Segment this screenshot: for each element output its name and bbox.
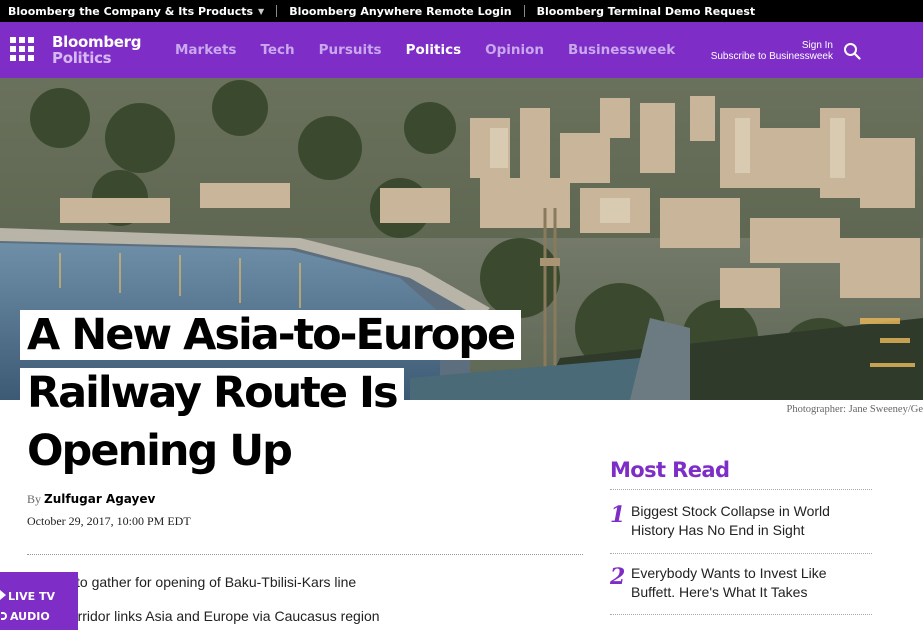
menu-grid-icon[interactable] (10, 37, 34, 61)
rank-number: 2 (610, 564, 626, 590)
nav-politics[interactable]: Politics (406, 42, 462, 58)
audio-label[interactable]: AUDIO (10, 610, 50, 623)
live-tv-widget[interactable]: LIVE TV AUDIO (0, 572, 78, 630)
nav-pursuits[interactable]: Pursuits (319, 42, 382, 58)
headline-line-3: Opening Up (20, 426, 298, 476)
company-products-link[interactable]: Bloomberg the Company & Its Products ▼ (8, 5, 264, 18)
brand-section: Politics (52, 49, 112, 67)
nav-businessweek[interactable]: Businessweek (568, 42, 675, 58)
company-products-label: Bloomberg the Company & Its Products (8, 4, 254, 18)
most-read-sidebar: Most Read 1 Biggest Stock Collapse in Wo… (610, 458, 872, 615)
photo-credit: Photographer: Jane Sweeney/Ge (786, 404, 923, 415)
most-read-link-2[interactable]: Everybody Wants to Invest Like Buffett. … (631, 564, 871, 602)
account-links: Sign In Subscribe to Businessweek (711, 40, 833, 62)
search-icon[interactable] (843, 42, 861, 60)
rank-number: 1 (610, 502, 626, 528)
nav-tech[interactable]: Tech (260, 42, 294, 58)
most-read-title: Most Read (610, 458, 730, 482)
main-nav: Bloomberg Politics Markets Tech Pursuits… (0, 22, 923, 78)
headline-line-1: A New Asia-to-Europe (20, 310, 522, 360)
audio-icon (1, 612, 7, 620)
most-read-item-1[interactable]: 1 Biggest Stock Collapse in World Histor… (610, 502, 872, 554)
sign-in-link[interactable]: Sign In (711, 40, 833, 51)
top-utility-bar: Bloomberg the Company & Its Products ▼ B… (0, 0, 923, 22)
divider (610, 489, 872, 490)
remote-login-link[interactable]: Bloomberg Anywhere Remote Login (289, 5, 511, 18)
divider (610, 553, 872, 554)
byline-prefix: By (27, 492, 42, 506)
author-link[interactable]: Zulfugar Agayev (44, 492, 155, 506)
byline: By Zulfugar Agayev (27, 492, 155, 507)
nav-links: Markets Tech Pursuits Politics Opinion B… (175, 22, 699, 78)
nav-opinion[interactable]: Opinion (485, 42, 544, 58)
divider (523, 5, 525, 17)
most-read-item-2[interactable]: 2 Everybody Wants to Invest Like Buffett… (610, 564, 872, 615)
article-headline: A New Asia-to-Europe Railway Route Is Op… (20, 306, 580, 480)
terminal-demo-link[interactable]: Bloomberg Terminal Demo Request (537, 5, 756, 18)
divider (610, 614, 872, 615)
headline-line-2: Railway Route Is (20, 368, 404, 418)
live-tv-label[interactable]: LIVE TV (8, 590, 55, 603)
brand-name: Bloomberg (52, 33, 142, 51)
chevron-down-icon: ▼ (258, 6, 265, 16)
subscribe-link[interactable]: Subscribe to Businessweek (711, 51, 833, 62)
most-read-link-1[interactable]: Biggest Stock Collapse in World History … (631, 502, 871, 540)
divider (27, 554, 583, 555)
publish-date: October 29, 2017, 10:00 PM EDT (27, 514, 191, 528)
divider (276, 5, 278, 17)
nav-markets[interactable]: Markets (175, 42, 236, 58)
play-icon (0, 590, 6, 600)
brand-logo[interactable]: Bloomberg Politics (52, 34, 141, 66)
